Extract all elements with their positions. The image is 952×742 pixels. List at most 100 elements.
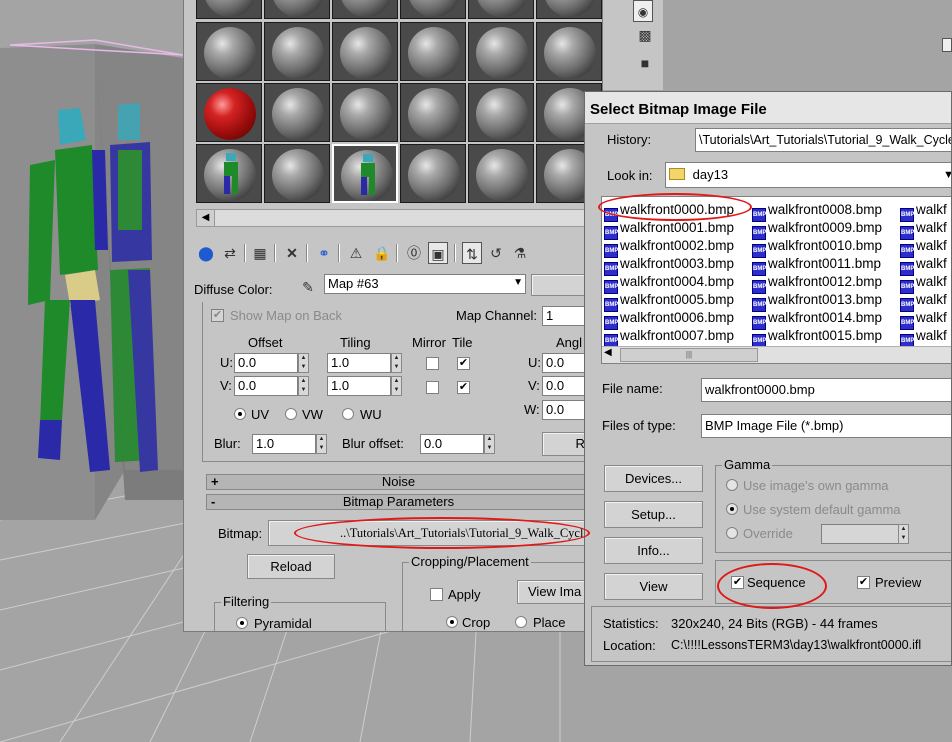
material-slot[interactable] xyxy=(264,0,330,19)
show-map-in-viewport-icon[interactable]: 🔒 xyxy=(372,242,392,264)
material-slot[interactable] xyxy=(536,22,602,81)
background-checker-icon[interactable]: ▩ xyxy=(635,24,655,46)
bitmap-parameters-rollout-header[interactable]: - Bitmap Parameters xyxy=(206,494,591,510)
scroll-left-arrow-icon[interactable]: ◀ xyxy=(197,210,215,226)
file-item[interactable]: BMP walkfront0008.bmp xyxy=(752,201,882,222)
material-slot[interactable] xyxy=(400,22,466,81)
delete-icon[interactable]: ✕ xyxy=(282,242,302,264)
material-slot[interactable] xyxy=(196,22,262,81)
file-item[interactable]: BMP walkfront0013.bmp xyxy=(752,291,882,312)
u-offset-spinner[interactable]: ▲ ▼ xyxy=(298,353,309,373)
put-to-library-icon[interactable]: ▦ xyxy=(250,242,270,264)
material-slot-red[interactable] xyxy=(196,83,262,142)
material-slot[interactable] xyxy=(400,0,466,19)
file-item[interactable]: BMP walkf xyxy=(900,201,947,222)
v-tiling-field[interactable]: 1.0 xyxy=(327,376,391,396)
apply-checkbox[interactable] xyxy=(430,588,443,601)
file-item[interactable]: BMP walkfront0015.bmp xyxy=(752,327,882,348)
v-offset-spinner[interactable]: ▲ ▼ xyxy=(298,376,309,396)
material-slot[interactable] xyxy=(264,22,330,81)
file-item[interactable]: BMP walkfront0006.bmp xyxy=(604,309,734,330)
pick-material-icon[interactable]: ⚗ xyxy=(510,242,530,264)
u-mirror-checkbox[interactable] xyxy=(426,357,439,370)
u-tiling-field[interactable]: 1.0 xyxy=(327,353,391,373)
file-item[interactable]: BMP walkf xyxy=(900,219,947,240)
file-item[interactable]: BMP walkfront0009.bmp xyxy=(752,219,882,240)
file-item[interactable]: BMP walkf xyxy=(900,327,947,348)
show-end-result-icon[interactable]: ⓪ xyxy=(404,242,424,264)
file-item[interactable]: BMP walkfront0005.bmp xyxy=(604,291,734,312)
file-item[interactable]: BMP walkfront0011.bmp xyxy=(752,255,881,276)
sample-uv-tiling-icon[interactable]: ■ xyxy=(635,52,655,74)
blur-spinner[interactable]: ▲ ▼ xyxy=(316,434,327,454)
v-tile-checkbox[interactable]: ✔ xyxy=(457,381,470,394)
blur-field[interactable]: 1.0 xyxy=(252,434,316,454)
setup-button[interactable]: Setup... xyxy=(604,501,703,528)
u-tile-checkbox[interactable]: ✔ xyxy=(457,357,470,370)
look-in-dropdown[interactable]: day13 ▼ xyxy=(665,162,951,188)
show-map-on-back-checkbox[interactable]: ✔ xyxy=(211,309,224,322)
u-tiling-spinner[interactable]: ▲ ▼ xyxy=(391,353,402,373)
file-item[interactable]: BMP walkf xyxy=(900,237,947,258)
file-item[interactable]: BMP walkf xyxy=(900,255,947,276)
file-item[interactable]: BMP walkfront0002.bmp xyxy=(604,237,734,258)
make-unique-icon[interactable]: ⚭ xyxy=(314,242,334,264)
material-slot[interactable] xyxy=(468,0,534,19)
go-to-parent-icon[interactable]: ⇅ xyxy=(462,242,482,264)
uv-radio[interactable] xyxy=(234,408,246,420)
gamma-own-radio[interactable] xyxy=(726,479,738,491)
noise-rollout-header[interactable]: + Noise xyxy=(206,474,591,490)
slot-horizontal-scrollbar[interactable]: ◀ xyxy=(196,209,601,227)
gamma-override-field[interactable] xyxy=(821,524,899,544)
bitmap-path-button[interactable]: ..\Tutorials\Art_Tutorials\Tutorial_9_Wa… xyxy=(268,520,598,546)
material-slot[interactable] xyxy=(536,0,602,19)
material-slot[interactable] xyxy=(196,0,262,19)
material-slot[interactable] xyxy=(332,0,398,19)
file-item[interactable]: BMP walkfront0003.bmp xyxy=(604,255,734,276)
gamma-override-spinner[interactable]: ▲ ▼ xyxy=(898,524,909,544)
wu-radio[interactable] xyxy=(342,408,354,420)
crop-radio[interactable] xyxy=(446,616,458,628)
material-slot[interactable] xyxy=(468,144,534,203)
info-button[interactable]: Info... xyxy=(604,537,703,564)
reload-button[interactable]: Reload xyxy=(247,554,335,579)
material-effects-channel-icon[interactable]: ⚠ xyxy=(346,242,366,264)
blur-offset-field[interactable]: 0.0 xyxy=(420,434,484,454)
devices-button[interactable]: Devices... xyxy=(604,465,703,492)
files-of-type-dropdown[interactable]: BMP Image File (*.bmp) xyxy=(701,414,951,438)
file-item[interactable]: BMP walkfront0010.bmp xyxy=(752,237,882,258)
v-tiling-spinner[interactable]: ▲ ▼ xyxy=(391,376,402,396)
material-slot[interactable] xyxy=(400,144,466,203)
view-button[interactable]: View xyxy=(604,573,703,600)
file-item[interactable]: BMP walkf xyxy=(900,309,947,330)
material-slot-walk[interactable] xyxy=(196,144,262,203)
go-forward-sibling-icon[interactable]: ↺ xyxy=(486,242,506,264)
sample-type-icon[interactable]: ◉ xyxy=(633,0,653,22)
file-item[interactable]: BMP walkfront0001.bmp xyxy=(604,219,734,240)
sample-cube-icon[interactable]: ▣ xyxy=(428,242,448,264)
sequence-checkbox[interactable]: ✔ xyxy=(731,576,744,589)
material-slot[interactable] xyxy=(468,22,534,81)
vw-radio[interactable] xyxy=(285,408,297,420)
material-slot[interactable] xyxy=(332,83,398,142)
scrollbar-thumb[interactable]: ||| xyxy=(620,348,758,362)
v-offset-field[interactable]: 0.0 xyxy=(234,376,298,396)
scroll-left-arrow-icon[interactable]: ◀ xyxy=(604,347,612,358)
material-slot[interactable] xyxy=(332,22,398,81)
material-slot[interactable] xyxy=(400,83,466,142)
file-item[interactable]: BMP walkf xyxy=(900,291,947,312)
history-dropdown[interactable]: \Tutorials\Art_Tutorials\Tutorial_9_Walk… xyxy=(695,128,951,152)
material-slot[interactable] xyxy=(468,83,534,142)
file-item[interactable]: BMP walkfront0014.bmp xyxy=(752,309,882,330)
file-name-input[interactable]: walkfront0000.bmp xyxy=(701,378,951,402)
place-radio[interactable] xyxy=(515,616,527,628)
file-list-horizontal-scrollbar[interactable]: ◀ ||| xyxy=(602,346,951,363)
preview-checkbox[interactable]: ✔ xyxy=(857,576,870,589)
file-item[interactable]: BMP walkfront0012.bmp xyxy=(752,273,882,294)
map-name-dropdown[interactable]: Map #63 ▼ xyxy=(324,274,526,294)
u-offset-field[interactable]: 0.0 xyxy=(234,353,298,373)
get-material-icon[interactable]: ⬤ xyxy=(196,242,216,264)
gamma-system-radio[interactable] xyxy=(726,503,738,515)
gamma-override-radio[interactable] xyxy=(726,527,738,539)
pyramidal-radio[interactable] xyxy=(236,617,248,629)
